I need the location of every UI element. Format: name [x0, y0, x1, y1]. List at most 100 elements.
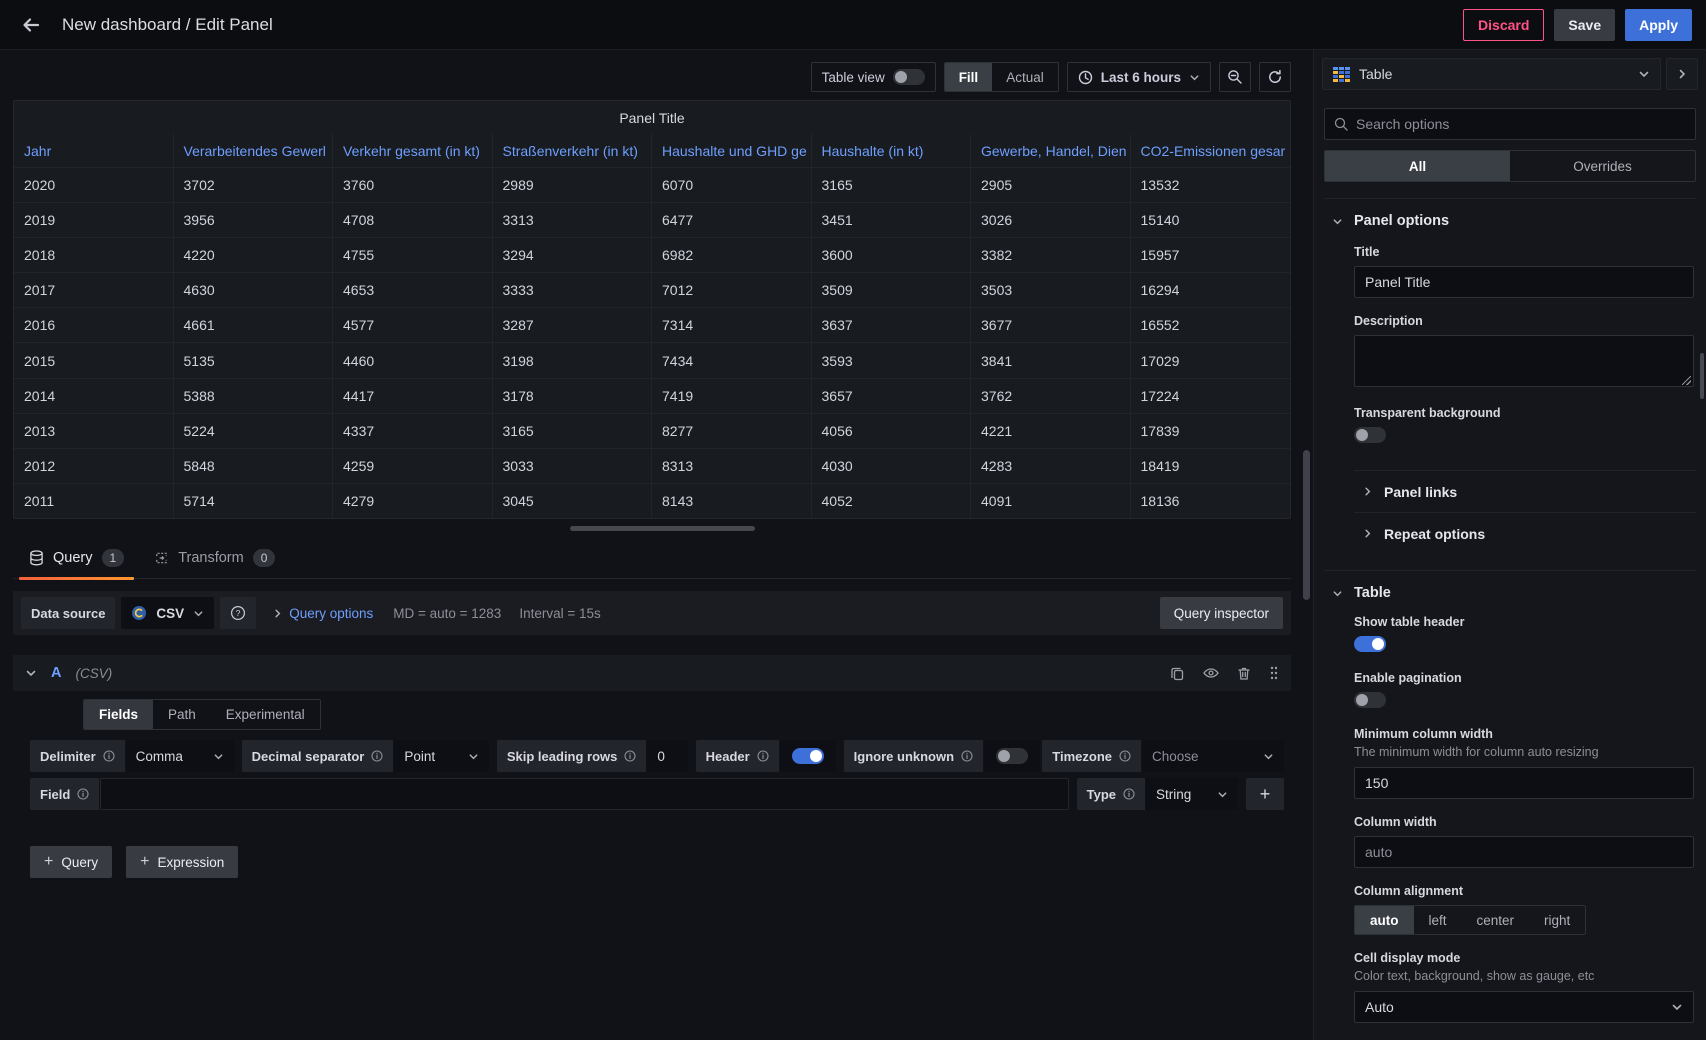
- info-icon[interactable]: [757, 750, 769, 762]
- database-icon: [29, 550, 44, 566]
- table-cell: 2905: [971, 168, 1131, 202]
- info-icon[interactable]: [624, 750, 636, 762]
- table-cell: 17029: [1131, 343, 1291, 377]
- description-textarea[interactable]: [1354, 335, 1694, 387]
- actual-option[interactable]: Actual: [992, 63, 1058, 91]
- ignore-unknown-toggle[interactable]: [996, 748, 1028, 764]
- type-select[interactable]: String: [1146, 778, 1238, 810]
- interval: Interval = 15s: [519, 606, 600, 621]
- visualization-picker[interactable]: Table: [1322, 58, 1661, 90]
- info-icon[interactable]: [961, 750, 973, 762]
- panel-options-header[interactable]: Panel options: [1324, 213, 1696, 229]
- table-cell: 16294: [1131, 273, 1291, 307]
- column-header[interactable]: Haushalte und GHD ge: [652, 134, 812, 167]
- enable-pagination-toggle[interactable]: [1354, 692, 1386, 708]
- alignment-option-center[interactable]: center: [1462, 906, 1530, 934]
- alignment-option-right[interactable]: right: [1529, 906, 1585, 934]
- table-view-toggle[interactable]: [893, 69, 925, 85]
- table-cell: 4091: [971, 484, 1131, 518]
- table-body: 2020370237602989607031652905135322019395…: [14, 167, 1290, 518]
- datasource-picker[interactable]: CSV: [121, 597, 214, 629]
- show-table-header-label: Show table header: [1354, 615, 1694, 629]
- chevron-right-icon[interactable]: [272, 608, 283, 619]
- delimiter-select[interactable]: Comma: [126, 740, 234, 772]
- editor-tab-fields[interactable]: Fields: [84, 700, 153, 729]
- alignment-option-left[interactable]: left: [1414, 906, 1462, 934]
- table-cell: 15957: [1131, 238, 1291, 272]
- column-header[interactable]: Gewerbe, Handel, Dien: [971, 134, 1131, 167]
- filter-tab-overrides[interactable]: Overrides: [1510, 151, 1695, 181]
- add-query-button[interactable]: + Query: [30, 846, 112, 878]
- horizontal-scrollbar[interactable]: [570, 526, 755, 531]
- table-view-toggle-group[interactable]: Table view: [811, 62, 936, 92]
- panel-links-row[interactable]: Panel links: [1354, 470, 1696, 512]
- column-width-input[interactable]: [1354, 836, 1694, 868]
- table-row: 201453884417317874193657376217224: [14, 378, 1290, 413]
- panel-title-input[interactable]: [1354, 266, 1694, 298]
- sidebar-scrollbar-thumb[interactable]: [1700, 353, 1704, 399]
- decimal-separator-select[interactable]: Point: [394, 740, 488, 772]
- table-options-header[interactable]: Table: [1324, 585, 1696, 601]
- time-range-picker[interactable]: Last 6 hours: [1067, 62, 1211, 92]
- query-options-link[interactable]: Query options: [289, 606, 373, 621]
- refresh-button[interactable]: [1259, 62, 1291, 92]
- collapse-options-button[interactable]: [1666, 58, 1698, 90]
- discard-button[interactable]: Discard: [1463, 9, 1544, 41]
- editor-tab-path[interactable]: Path: [153, 700, 211, 729]
- filter-tab-all[interactable]: All: [1325, 151, 1510, 181]
- zoom-out-button[interactable]: [1219, 62, 1251, 92]
- alignment-option-auto[interactable]: auto: [1355, 906, 1414, 934]
- back-button[interactable]: [14, 8, 48, 42]
- info-icon[interactable]: [1119, 750, 1131, 762]
- timezone-select[interactable]: Choose: [1142, 740, 1284, 772]
- repeat-options-row[interactable]: Repeat options: [1354, 512, 1696, 554]
- tab-transform[interactable]: Transform 0: [144, 549, 285, 578]
- info-icon[interactable]: [77, 788, 89, 800]
- field-name-input[interactable]: [100, 778, 1068, 810]
- column-header[interactable]: Jahr: [14, 134, 174, 167]
- hide-query-eye-icon[interactable]: [1203, 666, 1219, 680]
- show-table-header-toggle[interactable]: [1354, 636, 1386, 652]
- chevron-down-icon: [1263, 751, 1274, 762]
- datasource-help-button[interactable]: ?: [220, 597, 256, 629]
- header-toggle[interactable]: [792, 748, 824, 764]
- tab-query[interactable]: Query 1: [19, 549, 134, 578]
- min-column-width-label: Minimum column width: [1354, 727, 1694, 741]
- delete-query-trash-icon[interactable]: [1237, 666, 1251, 681]
- table-cell: 5714: [174, 484, 334, 518]
- add-expression-button[interactable]: + Expression: [126, 846, 238, 878]
- editor-tab-experimental[interactable]: Experimental: [211, 700, 320, 729]
- info-icon[interactable]: [371, 750, 383, 762]
- main-scrollbar-thumb[interactable]: [1303, 450, 1310, 600]
- chevron-down-icon: [1217, 789, 1228, 800]
- query-ref-id[interactable]: A: [51, 665, 61, 681]
- table-row: 201551354460319874343593384117029: [14, 342, 1290, 377]
- add-field-button[interactable]: +: [1246, 778, 1284, 810]
- chevron-down-icon: [1671, 1001, 1683, 1013]
- query-row-header[interactable]: A (CSV): [13, 655, 1291, 691]
- save-button[interactable]: Save: [1554, 9, 1615, 41]
- apply-button[interactable]: Apply: [1625, 9, 1692, 41]
- column-header[interactable]: Verkehr gesamt (in kt): [333, 134, 493, 167]
- min-column-width-input[interactable]: [1354, 767, 1694, 799]
- query-inspector-button[interactable]: Query inspector: [1160, 597, 1283, 629]
- options-search-input[interactable]: [1356, 116, 1686, 132]
- fill-option[interactable]: Fill: [945, 63, 993, 91]
- skip-leading-rows-input[interactable]: 0: [647, 740, 687, 772]
- column-header[interactable]: Verarbeitendes Gewerl: [174, 134, 334, 167]
- options-search[interactable]: [1324, 108, 1696, 140]
- drag-handle-icon[interactable]: [1269, 665, 1279, 681]
- table-cell: 2019: [14, 203, 174, 237]
- table-cell: 8143: [652, 484, 812, 518]
- table-cell: 3841: [971, 343, 1131, 377]
- column-header[interactable]: Haushalte (in kt): [812, 134, 972, 167]
- cell-display-mode-select[interactable]: Auto: [1354, 991, 1694, 1023]
- column-header[interactable]: CO2-Emissionen gesar: [1131, 134, 1291, 167]
- duplicate-query-icon[interactable]: [1170, 666, 1185, 681]
- info-icon[interactable]: [1123, 788, 1135, 800]
- transparent-background-toggle[interactable]: [1354, 427, 1386, 443]
- column-header[interactable]: Straßenverkehr (in kt): [493, 134, 653, 167]
- panel-title[interactable]: Panel Title: [14, 101, 1290, 134]
- chevron-down-icon[interactable]: [25, 667, 37, 679]
- info-icon[interactable]: [103, 750, 115, 762]
